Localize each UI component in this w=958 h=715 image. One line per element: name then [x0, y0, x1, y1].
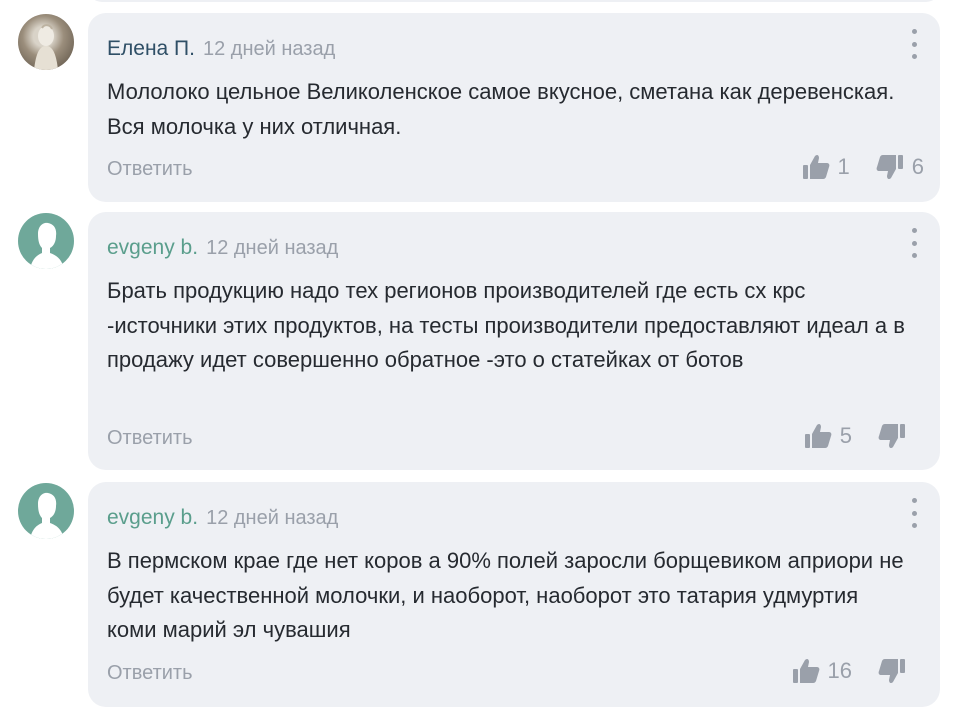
thumbs-down-icon [878, 659, 905, 684]
like-count: 1 [837, 154, 850, 179]
statue-photo-icon [34, 24, 58, 70]
comment-header: evgeny b. 12 дней назад [107, 506, 338, 530]
comment-time: 12 дней назад [206, 237, 339, 259]
comment-text: В пермском крае где нет коров а 90% поле… [107, 548, 904, 642]
vote-controls: 1 6 [802, 153, 924, 181]
avatar[interactable] [18, 213, 74, 269]
author-name[interactable]: evgeny b. [107, 236, 198, 259]
vote-controls: 5 [804, 422, 914, 450]
avatar[interactable] [18, 14, 74, 70]
dislike-button[interactable] [878, 422, 914, 450]
thumbs-up-icon [792, 658, 819, 683]
vote-controls: 16 [792, 657, 914, 685]
previous-comment-card-edge [88, 0, 940, 2]
reply-button[interactable]: Ответить [107, 427, 193, 450]
comments-feed: Елена П. 12 дней назад Мололоко цельное В… [0, 0, 958, 715]
like-button[interactable]: 16 [792, 657, 852, 685]
comment-header: Елена П. 12 дней назад [107, 37, 335, 61]
thumbs-down-icon [876, 155, 903, 180]
dislike-button[interactable] [878, 657, 914, 685]
reply-button[interactable]: Ответить [107, 158, 193, 181]
like-count: 16 [827, 658, 852, 683]
like-count: 5 [839, 423, 852, 448]
dislike-button[interactable]: 6 [876, 153, 924, 181]
like-button[interactable]: 5 [804, 422, 852, 450]
comment-text: Брать продукцию надо тех регионов произв… [107, 278, 905, 372]
default-user-icon [30, 492, 64, 539]
comment-card: evgeny b. 12 дней назад В пермском крае г… [88, 482, 940, 707]
comment-time: 12 дней назад [202, 38, 336, 60]
more-vertical-icon[interactable] [908, 29, 920, 59]
thumbs-down-icon [878, 424, 905, 449]
like-button[interactable]: 1 [802, 153, 850, 181]
comment-text: Мололоко цельное Великоленское самое вку… [107, 79, 895, 139]
thumbs-up-icon [802, 154, 829, 179]
avatar[interactable] [18, 483, 74, 539]
comment-card: Елена П. 12 дней назад Мололоко цельное В… [88, 13, 940, 202]
thumbs-up-icon [804, 423, 832, 448]
more-vertical-icon[interactable] [908, 228, 920, 258]
dislike-count: 6 [911, 154, 924, 179]
default-user-icon [30, 222, 64, 269]
author-name[interactable]: Елена П. [107, 37, 195, 60]
comment-card: evgeny b. 12 дней назад Брать продукцию н… [88, 212, 940, 470]
comment-time: 12 дней назад [206, 507, 339, 529]
more-vertical-icon[interactable] [908, 498, 920, 528]
author-name[interactable]: evgeny b. [107, 506, 198, 529]
comment-header: evgeny b. 12 дней назад [107, 236, 338, 260]
reply-button[interactable]: Ответить [107, 662, 193, 685]
